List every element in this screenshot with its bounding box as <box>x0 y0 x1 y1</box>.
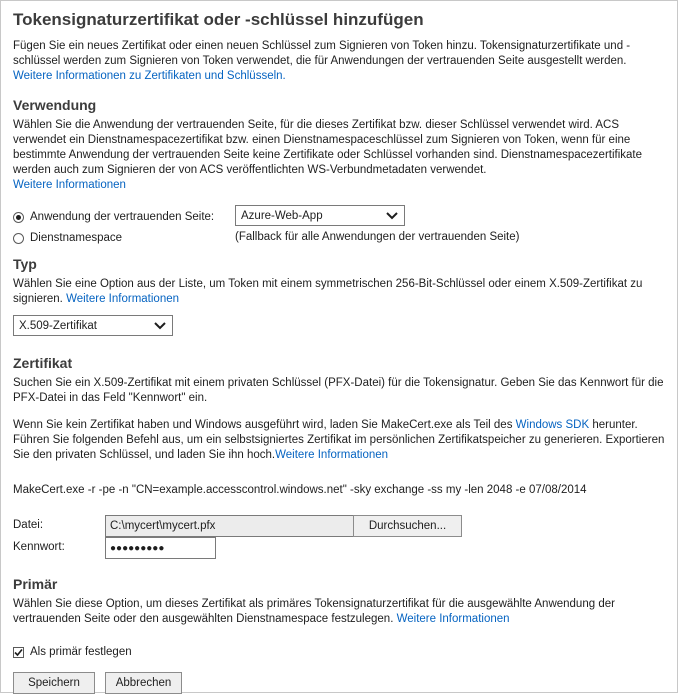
certificate-info-link[interactable]: Weitere Informationen <box>275 449 388 461</box>
radio-ns-row[interactable]: Dienstnamespace <box>13 227 122 249</box>
type-section: Typ Wählen Sie eine Option aus der Liste… <box>13 255 665 354</box>
usage-heading: Verwendung <box>13 97 97 113</box>
usage-section: Verwendung Wählen Sie die Anwendung der … <box>13 96 665 249</box>
intro-description: Fügen Sie ein neues Zertifikat oder eine… <box>13 40 631 67</box>
save-button[interactable]: Speichern <box>13 672 95 694</box>
type-select-value: X.509-Zertifikat <box>19 319 97 332</box>
chevron-down-icon <box>386 211 398 219</box>
cancel-button[interactable]: Abbrechen <box>105 672 182 694</box>
usage-options: Anwendung der vertrauenden Seite: Azure-… <box>13 205 665 249</box>
primary-checkbox-label: Als primär festlegen <box>30 646 132 658</box>
windows-sdk-link[interactable]: Windows SDK <box>516 419 590 431</box>
namespace-note: (Fallback für alle Anwendungen der vertr… <box>235 231 520 243</box>
checkmark-icon <box>14 648 23 656</box>
radio-relying-party-label: Anwendung der vertrauenden Seite: <box>30 211 215 223</box>
certificate-section: Zertifikat Suchen Sie ein X.509-Zertifik… <box>13 354 665 561</box>
primary-text: Wählen Sie diese Option, um dieses Zerti… <box>13 597 665 627</box>
type-heading: Typ <box>13 256 37 272</box>
relying-party-select[interactable]: Azure-Web-App <box>235 205 405 226</box>
browse-button[interactable]: Durchsuchen... <box>353 515 462 537</box>
action-buttons: Speichern Abbrechen <box>13 672 665 694</box>
certificate-text-2: Wenn Sie kein Zertifikat haben und Windo… <box>13 418 665 463</box>
file-input[interactable]: C:\mycert\mycert.pfx <box>105 515 355 537</box>
file-label: Datei: <box>13 519 44 531</box>
intro-section: Fügen Sie ein neues Zertifikat oder eine… <box>13 39 665 84</box>
radio-service-namespace-label: Dienstnamespace <box>30 232 123 244</box>
intro-text: Fügen Sie ein neues Zertifikat oder eine… <box>13 39 665 84</box>
makecert-command: MakeCert.exe -r -pe -n "CN=example.acces… <box>13 484 587 496</box>
certificate-text-2-before: Wenn Sie kein Zertifikat haben und Windo… <box>13 419 513 431</box>
page-title: Tokensignaturzertifikat oder -schlüssel … <box>13 10 424 29</box>
primary-description: Wählen Sie diese Option, um dieses Zerti… <box>13 598 615 625</box>
primary-heading: Primär <box>13 576 58 592</box>
file-input-value: C:\mycert\mycert.pfx <box>110 520 216 532</box>
chevron-down-icon <box>154 321 166 329</box>
certificate-heading: Zertifikat <box>13 355 73 371</box>
usage-text: Wählen Sie die Anwendung der vertrauende… <box>13 118 665 178</box>
password-input[interactable]: ●●●●●●●●● <box>105 537 216 559</box>
radio-relying-party[interactable] <box>13 211 24 223</box>
usage-info-link[interactable]: Weitere Informationen <box>13 179 126 191</box>
primary-info-link[interactable]: Weitere Informationen <box>397 613 510 625</box>
radio-service-namespace[interactable] <box>13 232 24 244</box>
primary-section: Primär Wählen Sie diese Option, um diese… <box>13 575 665 663</box>
primary-checkbox[interactable] <box>13 646 24 658</box>
type-info-link[interactable]: Weitere Informationen <box>66 293 179 305</box>
primary-checkbox-row[interactable]: Als primär festlegen <box>13 641 665 663</box>
certificate-text-1: Suchen Sie ein X.509-Zertifikat mit eine… <box>13 377 664 404</box>
password-label: Kennwort: <box>13 541 65 553</box>
radio-rp-row[interactable]: Anwendung der vertrauenden Seite: <box>13 206 214 228</box>
password-input-value: ●●●●●●●●● <box>110 542 165 554</box>
relying-party-select-value: Azure-Web-App <box>241 209 323 222</box>
type-text: Wählen Sie eine Option aus der Liste, um… <box>13 277 665 307</box>
usage-description: Wählen Sie die Anwendung der vertrauende… <box>13 119 643 176</box>
dialog: Tokensignaturzertifikat oder -schlüssel … <box>0 0 678 694</box>
type-select[interactable]: X.509-Zertifikat <box>13 315 173 336</box>
certificates-info-link[interactable]: Weitere Informationen zu Zertifikaten un… <box>13 70 286 82</box>
file-fields: Datei: C:\mycert\mycert.pfx Durchsuchen.… <box>13 515 665 561</box>
